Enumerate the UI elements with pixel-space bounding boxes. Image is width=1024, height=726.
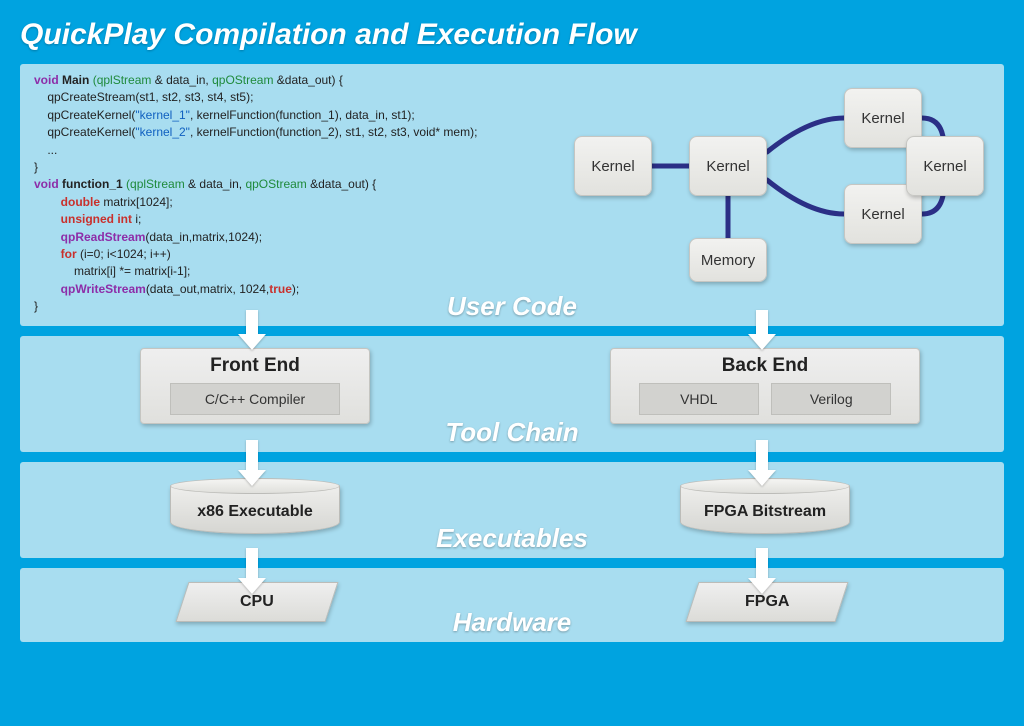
arrow-back-to-bitstream: [748, 440, 776, 486]
band-label-tool: Tool Chain: [445, 417, 578, 448]
kernel-graph: Kernel Kernel Kernel Kernel Kernel Memor…: [574, 78, 984, 288]
band-tool-chain: Front End C/C++ Compiler Back End VHDL V…: [20, 336, 1004, 452]
front-end-compiler: C/C++ Compiler: [170, 383, 340, 415]
cylinder-x86: x86 Executable: [170, 478, 340, 534]
x86-label: x86 Executable: [197, 503, 313, 521]
node-memory: Memory: [689, 238, 767, 282]
page-title: QuickPlay Compilation and Execution Flow: [20, 18, 1004, 52]
band-label-user: User Code: [447, 291, 577, 322]
band-hardware: CPU FPGA Hardware: [20, 568, 1004, 642]
back-end-title: Back End: [611, 355, 919, 377]
band-label-hw: Hardware: [453, 607, 572, 638]
node-kernel-2: Kernel: [689, 136, 767, 196]
back-end-vhdl: VHDL: [639, 383, 759, 415]
arrow-x86-to-cpu: [238, 548, 266, 594]
cylinder-fpga-bitstream: FPGA Bitstream: [680, 478, 850, 534]
node-kernel-1: Kernel: [574, 136, 652, 196]
node-kernel-5: Kernel: [906, 136, 984, 196]
band-executables: x86 Executable FPGA Bitstream Executable…: [20, 462, 1004, 558]
front-end-title: Front End: [141, 355, 369, 377]
arrow-bitstream-to-fpga: [748, 548, 776, 594]
band-user-code: void Main (qplStream & data_in, qpOStrea…: [20, 64, 1004, 326]
back-end-box: Back End VHDL Verilog: [610, 348, 920, 424]
front-end-box: Front End C/C++ Compiler: [140, 348, 370, 424]
fpga-bitstream-label: FPGA Bitstream: [704, 503, 826, 521]
back-end-verilog: Verilog: [771, 383, 891, 415]
arrow-front-to-x86: [238, 440, 266, 486]
arrow-user-to-back: [748, 310, 776, 350]
arrow-user-to-front: [238, 310, 266, 350]
band-label-exec: Executables: [436, 523, 588, 554]
